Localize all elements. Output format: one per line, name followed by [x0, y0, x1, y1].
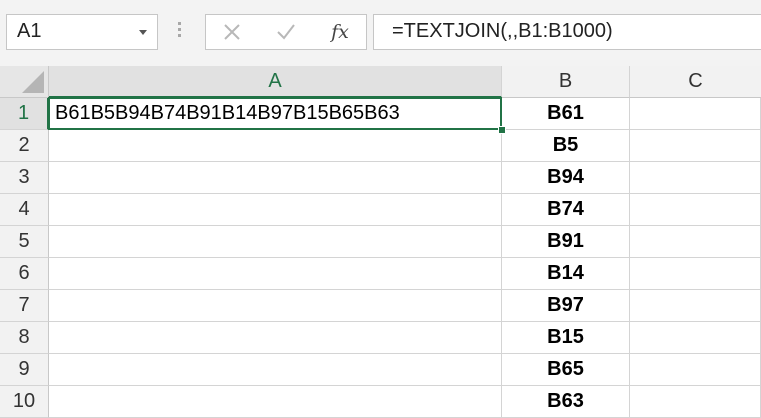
cell-a3[interactable]	[49, 162, 502, 194]
cell-b6[interactable]: B14	[502, 258, 630, 290]
cell-c2[interactable]	[630, 130, 761, 162]
cell-a6[interactable]	[49, 258, 502, 290]
cell-b5[interactable]: B91	[502, 226, 630, 258]
cell-a2[interactable]	[49, 130, 502, 162]
column-header-c[interactable]: C	[630, 66, 761, 98]
cancel-button[interactable]	[212, 15, 252, 49]
formula-bar-area: A1 fx =TEXTJOIN(,,B1:B1000)	[0, 0, 761, 67]
column-header-b[interactable]: B	[502, 66, 630, 98]
cell-c4[interactable]	[630, 194, 761, 226]
formula-buttons: fx	[205, 14, 367, 50]
cell-b4[interactable]: B74	[502, 194, 630, 226]
cell-b10[interactable]: B63	[502, 386, 630, 418]
cell-c5[interactable]	[630, 226, 761, 258]
check-icon	[277, 24, 295, 40]
cell-c8[interactable]	[630, 322, 761, 354]
fx-icon: fx	[331, 21, 349, 43]
row-header[interactable]: 9	[0, 354, 49, 386]
cell-a7[interactable]	[49, 290, 502, 322]
cell-c7[interactable]	[630, 290, 761, 322]
cell-c6[interactable]	[630, 258, 761, 290]
row-header[interactable]: 10	[0, 386, 49, 418]
cell-b2[interactable]: B5	[502, 130, 630, 162]
row-header[interactable]: 5	[0, 226, 49, 258]
row-header[interactable]: 2	[0, 130, 49, 162]
cell-b1[interactable]: B61	[502, 98, 630, 130]
row-header[interactable]: 1	[0, 98, 49, 130]
cell-a8[interactable]	[49, 322, 502, 354]
enter-button[interactable]	[266, 15, 306, 49]
cell-c1[interactable]	[630, 98, 761, 130]
insert-function-button[interactable]: fx	[320, 15, 360, 49]
row-header[interactable]: 6	[0, 258, 49, 290]
select-all-triangle-icon	[22, 71, 44, 93]
column-header-a[interactable]: A	[49, 66, 502, 98]
select-all-button[interactable]	[0, 66, 49, 98]
cell-c10[interactable]	[630, 386, 761, 418]
fill-handle[interactable]	[498, 126, 506, 134]
row-header[interactable]: 8	[0, 322, 49, 354]
row-header[interactable]: 7	[0, 290, 49, 322]
cell-a5[interactable]	[49, 226, 502, 258]
cell-b9[interactable]: B65	[502, 354, 630, 386]
cell-a1[interactable]: B61B5B94B74B91B14B97B15B65B63	[49, 98, 502, 130]
cell-a9[interactable]	[49, 354, 502, 386]
formula-text: =TEXTJOIN(,,B1:B1000)	[392, 20, 613, 42]
cell-c3[interactable]	[630, 162, 761, 194]
name-box-value: A1	[17, 20, 42, 42]
x-icon	[224, 24, 240, 40]
cell-b3[interactable]: B94	[502, 162, 630, 194]
chevron-down-icon[interactable]	[139, 30, 147, 35]
grip-icon[interactable]	[178, 22, 182, 44]
cell-a10[interactable]	[49, 386, 502, 418]
cell-c9[interactable]	[630, 354, 761, 386]
formula-input[interactable]: =TEXTJOIN(,,B1:B1000)	[373, 14, 761, 50]
cell-a4[interactable]	[49, 194, 502, 226]
cell-b7[interactable]: B97	[502, 290, 630, 322]
cell-b8[interactable]: B15	[502, 322, 630, 354]
row-header[interactable]: 3	[0, 162, 49, 194]
name-box[interactable]: A1	[6, 14, 158, 50]
row-header[interactable]: 4	[0, 194, 49, 226]
